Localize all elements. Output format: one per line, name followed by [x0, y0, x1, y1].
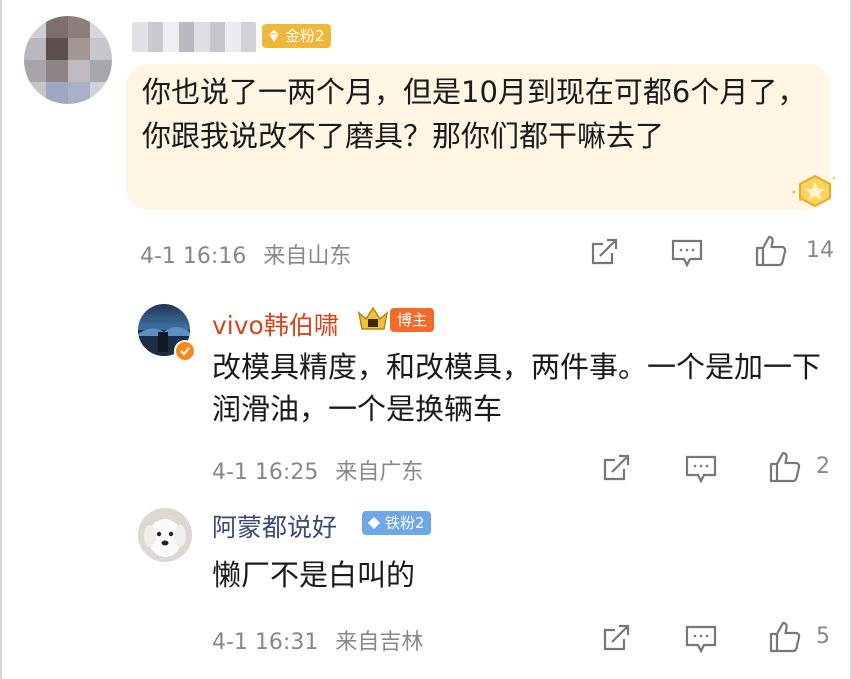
left-edge [0, 0, 2, 679]
reply-text: 懒厂不是白叫的 [212, 558, 416, 592]
badge-label: 金粉2 [285, 27, 325, 45]
reply-text: 改模具精度，和改模具，两件事。一个是加一下润滑油，一个是换辆车 [212, 350, 822, 426]
thumbs-up-icon[interactable] [754, 234, 788, 272]
user-avatar[interactable] [24, 16, 112, 104]
medal-icon [790, 170, 840, 214]
badge-label: 铁粉2 [385, 514, 425, 532]
reply-meta: 4-1 16:25 来自广东 [212, 454, 423, 486]
location: 来自吉林 [335, 630, 424, 655]
share-icon[interactable] [600, 452, 632, 488]
reply-avatar[interactable] [138, 508, 192, 562]
username-blurred[interactable] [132, 22, 256, 52]
comment-icon[interactable] [684, 624, 718, 658]
crown-icon [356, 305, 390, 333]
gold-fan-icon [266, 28, 282, 44]
iron-fan-badge: 铁粉2 [362, 511, 431, 535]
like-count: 2 [816, 454, 830, 479]
reply-username[interactable]: 阿蒙都说好 [212, 508, 337, 544]
comment-text: 你也说了一两个月，但是10月到现在可都6个月了，你跟我说改不了磨具？那你们都干嘛… [142, 75, 807, 153]
like-count: 5 [816, 624, 830, 649]
thumbs-up-icon[interactable] [768, 620, 802, 658]
comment-meta: 4-1 16:16 来自山东 [140, 238, 351, 270]
diamond-icon [366, 515, 382, 531]
reply-meta: 4-1 16:31 来自吉林 [212, 624, 423, 656]
blogger-badge: 博主 [390, 308, 435, 332]
timestamp: 4-1 16:31 [212, 630, 319, 655]
verified-icon [174, 340, 196, 362]
badge-label: 博主 [397, 311, 428, 329]
reply-username[interactable]: vivo韩伯啸 [212, 306, 339, 342]
comment-icon[interactable] [684, 454, 718, 488]
timestamp: 4-1 16:25 [212, 460, 319, 485]
location: 来自山东 [263, 244, 352, 269]
share-icon[interactable] [588, 236, 620, 272]
location: 来自广东 [335, 460, 424, 485]
share-icon[interactable] [600, 622, 632, 658]
thumbs-up-icon[interactable] [768, 450, 802, 488]
timestamp: 4-1 16:16 [140, 244, 247, 269]
like-count: 14 [806, 238, 834, 263]
comment-icon[interactable] [670, 238, 704, 272]
gold-fan-badge: 金粉2 [262, 24, 331, 48]
